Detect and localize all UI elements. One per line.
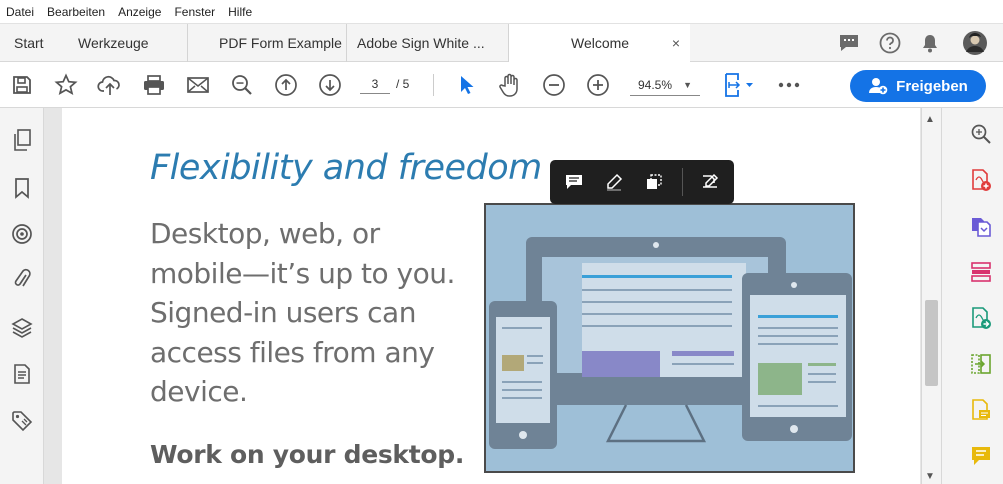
compare-files-icon[interactable] xyxy=(967,350,995,378)
tab-welcome[interactable]: Welcome × xyxy=(509,24,690,62)
page-heading: Flexibility and freedom xyxy=(150,148,542,188)
bookmark-star-icon[interactable] xyxy=(51,70,81,100)
scrollbar-thumb[interactable] xyxy=(925,300,938,386)
pdf-page: Flexibility and freedom Desktop, web, or… xyxy=(62,108,920,484)
page-number-input[interactable]: 3 xyxy=(360,74,390,94)
notification-bell-icon[interactable] xyxy=(920,24,948,62)
right-tools-panel xyxy=(941,108,1003,484)
devices-illustration[interactable] xyxy=(484,203,855,473)
avatar[interactable] xyxy=(962,24,990,62)
menu-anzeige[interactable]: Anzeige xyxy=(112,5,168,19)
document-text-icon[interactable] xyxy=(8,360,36,388)
close-tab-icon[interactable]: × xyxy=(672,35,680,51)
zoom-level-value: 94.5% xyxy=(638,78,673,92)
edit-image-icon[interactable] xyxy=(698,170,722,194)
create-pdf-icon[interactable] xyxy=(967,166,995,194)
attachment-icon[interactable] xyxy=(8,265,36,293)
tag-icon[interactable] xyxy=(8,407,36,435)
zoom-level-select[interactable]: 94.5% ▼ xyxy=(630,74,700,96)
comment-pdf-icon[interactable] xyxy=(967,396,995,424)
search-zoom-icon[interactable] xyxy=(227,70,257,100)
tab-adobe-sign[interactable]: Adobe Sign White ... xyxy=(347,24,509,62)
page-subheading: Work on your desktop. xyxy=(150,440,465,469)
scroll-down-icon[interactable]: ▼ xyxy=(925,471,935,482)
body-line: mobile—it’s up to you. xyxy=(150,256,455,290)
menu-hilfe[interactable]: Hilfe xyxy=(222,5,259,19)
menu-bar: Datei Bearbeiten Anzeige Fenster Hilfe xyxy=(0,0,1003,24)
mail-icon[interactable] xyxy=(183,70,213,100)
zoom-in-icon[interactable] xyxy=(583,70,613,100)
share-button[interactable]: Freigeben xyxy=(850,70,986,102)
add-note-icon[interactable] xyxy=(967,442,995,470)
add-user-icon xyxy=(869,78,888,95)
body-line: Desktop, web, or xyxy=(150,217,380,250)
context-toolbar-divider xyxy=(682,168,683,196)
bookmarks-icon[interactable] xyxy=(8,174,36,202)
hand-tool-icon[interactable] xyxy=(495,70,525,100)
share-button-label: Freigeben xyxy=(896,77,968,95)
menu-fenster[interactable]: Fenster xyxy=(168,5,222,19)
upload-cloud-icon[interactable] xyxy=(95,70,125,100)
toolbar-divider xyxy=(433,74,434,96)
highlight-pen-icon[interactable] xyxy=(602,170,626,194)
save-icon[interactable] xyxy=(7,70,37,100)
chevron-down-icon: ▼ xyxy=(683,80,692,90)
combine-files-icon[interactable] xyxy=(967,212,995,240)
tab-pdf-form-example[interactable]: PDF Form Example xyxy=(188,24,347,62)
page-thumbnails-icon[interactable] xyxy=(8,126,36,154)
menu-datei[interactable]: Datei xyxy=(0,5,41,19)
document-viewport[interactable]: Flexibility and freedom Desktop, web, or… xyxy=(44,108,941,484)
body-line: device. xyxy=(150,375,248,408)
vertical-scrollbar[interactable]: ▲ ▼ xyxy=(921,108,941,484)
scroll-up-icon[interactable]: ▲ xyxy=(925,114,935,125)
main-toolbar: 3 / 5 94.5% ▼ Freigeben xyxy=(0,62,1003,108)
body-line: Signed-in users can xyxy=(150,296,416,329)
fit-page-icon[interactable] xyxy=(717,70,757,100)
zoom-out-icon[interactable] xyxy=(539,70,569,100)
page-up-icon[interactable] xyxy=(271,70,301,100)
more-options-icon[interactable] xyxy=(774,70,804,100)
help-icon[interactable] xyxy=(879,24,907,62)
layers-icon[interactable] xyxy=(8,313,36,341)
tab-tools[interactable]: Werkzeuge xyxy=(62,24,188,62)
body-line: access files from any xyxy=(150,335,435,369)
page-down-icon[interactable] xyxy=(315,70,345,100)
search-panel-icon[interactable] xyxy=(967,120,995,148)
tab-welcome-label: Welcome xyxy=(571,34,630,51)
page-total: / 5 xyxy=(396,77,410,91)
target-icon[interactable] xyxy=(8,220,36,248)
print-icon[interactable] xyxy=(139,70,169,100)
copy-image-icon[interactable] xyxy=(642,170,666,194)
add-comment-icon[interactable] xyxy=(562,170,586,194)
tab-bar: Start Werkzeuge PDF Form Example Adobe S… xyxy=(0,24,1003,62)
image-context-toolbar xyxy=(550,160,734,204)
select-cursor-icon[interactable] xyxy=(451,70,481,100)
comment-bubble-icon[interactable] xyxy=(838,24,866,62)
page-body-text: Desktop, web, or mobile—it’s up to you. … xyxy=(150,214,470,412)
menu-bearbeiten[interactable]: Bearbeiten xyxy=(41,5,112,19)
devices-illustration-graphic xyxy=(486,205,853,471)
organize-pages-icon[interactable] xyxy=(967,258,995,286)
export-pdf-icon[interactable] xyxy=(967,304,995,332)
left-navigation-panel xyxy=(0,108,44,484)
tab-start[interactable]: Start xyxy=(14,24,44,62)
